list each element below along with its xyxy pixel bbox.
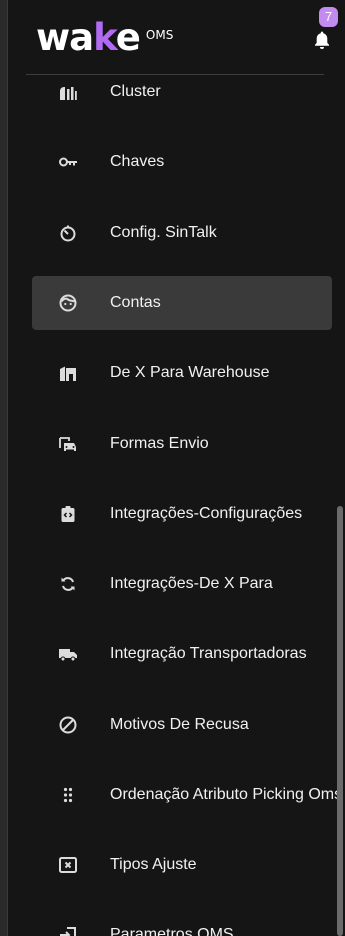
bell-icon[interactable] [313,30,331,50]
menu-item-label: Formas Envio [110,435,209,452]
menu-item-label: Chaves [110,153,165,170]
menu-item-label: Ordenação Atributo Picking Oms [110,786,343,803]
menu-item-label: Config. SinTalk [110,224,217,241]
clipboard-code-icon [61,506,75,522]
notification-badge: 7 [319,7,338,27]
sync-icon [61,577,75,591]
menu-item-label: Contas [110,294,161,311]
drawer-header: wake OMS 7 [8,0,345,75]
menu-item-cluster[interactable]: Cluster [32,65,332,119]
logo-subtitle: OMS [145,28,174,42]
menu-item-label: Tipos Ajuste [110,856,197,873]
menu-item-motivos-de-recusa[interactable]: Motivos De Recusa [32,698,332,752]
close-box-icon [59,857,77,873]
logo-wordmark: wake [36,16,141,59]
wake-logo[interactable]: wake OMS [36,16,173,60]
menu-item-label: Cluster [110,83,161,100]
block-icon [59,716,77,734]
menu-item-label: Integrações-De X Para [110,575,273,592]
menu-item-integracao-transportadoras[interactable]: Integração Transportadoras [32,627,332,681]
menu-item-label: Integração Transportadoras [110,645,307,662]
menu-item-formas-envio[interactable]: Formas Envio [32,417,332,471]
menu-item-ordenacao-atributo-picking-oms[interactable]: Ordenação Atributo Picking Oms [32,768,342,822]
face-icon [59,294,77,312]
menu-item-integracoes-configuracoes[interactable]: Integrações-Configurações [32,487,332,541]
menu-item-de-x-para-warehouse[interactable]: De X Para Warehouse [32,346,332,400]
menu-item-tipos-ajuste[interactable]: Tipos Ajuste [32,838,332,892]
cluster-icon [60,87,77,100]
login-icon [60,927,76,936]
truck-icon [59,649,77,662]
car-icon [59,437,76,451]
timer-icon [60,225,76,242]
menu-item-contas[interactable]: Contas [32,276,332,330]
key-icon [59,157,77,167]
drag-dots-icon [63,787,73,803]
menu-item-parametros-oms[interactable]: Parametros OMS [32,908,332,936]
warehouse-icon [60,366,76,381]
menu-item-config-sintalk[interactable]: Config. SinTalk [32,206,332,260]
menu-item-chaves[interactable]: Chaves [32,135,332,189]
menu-item-label: Integrações-Configurações [110,505,303,522]
menu-item-label: Motivos De Recusa [110,716,249,733]
menu-item-integracoes-de-x-para[interactable]: Integrações-De X Para [32,557,332,611]
navigation-drawer: wake OMS 7 Cluster Chaves Config. SinTal… [7,0,345,936]
scrollbar-thumb[interactable] [337,506,343,936]
menu-item-label: Parametros OMS [110,926,234,936]
menu-item-label: De X Para Warehouse [110,364,270,381]
